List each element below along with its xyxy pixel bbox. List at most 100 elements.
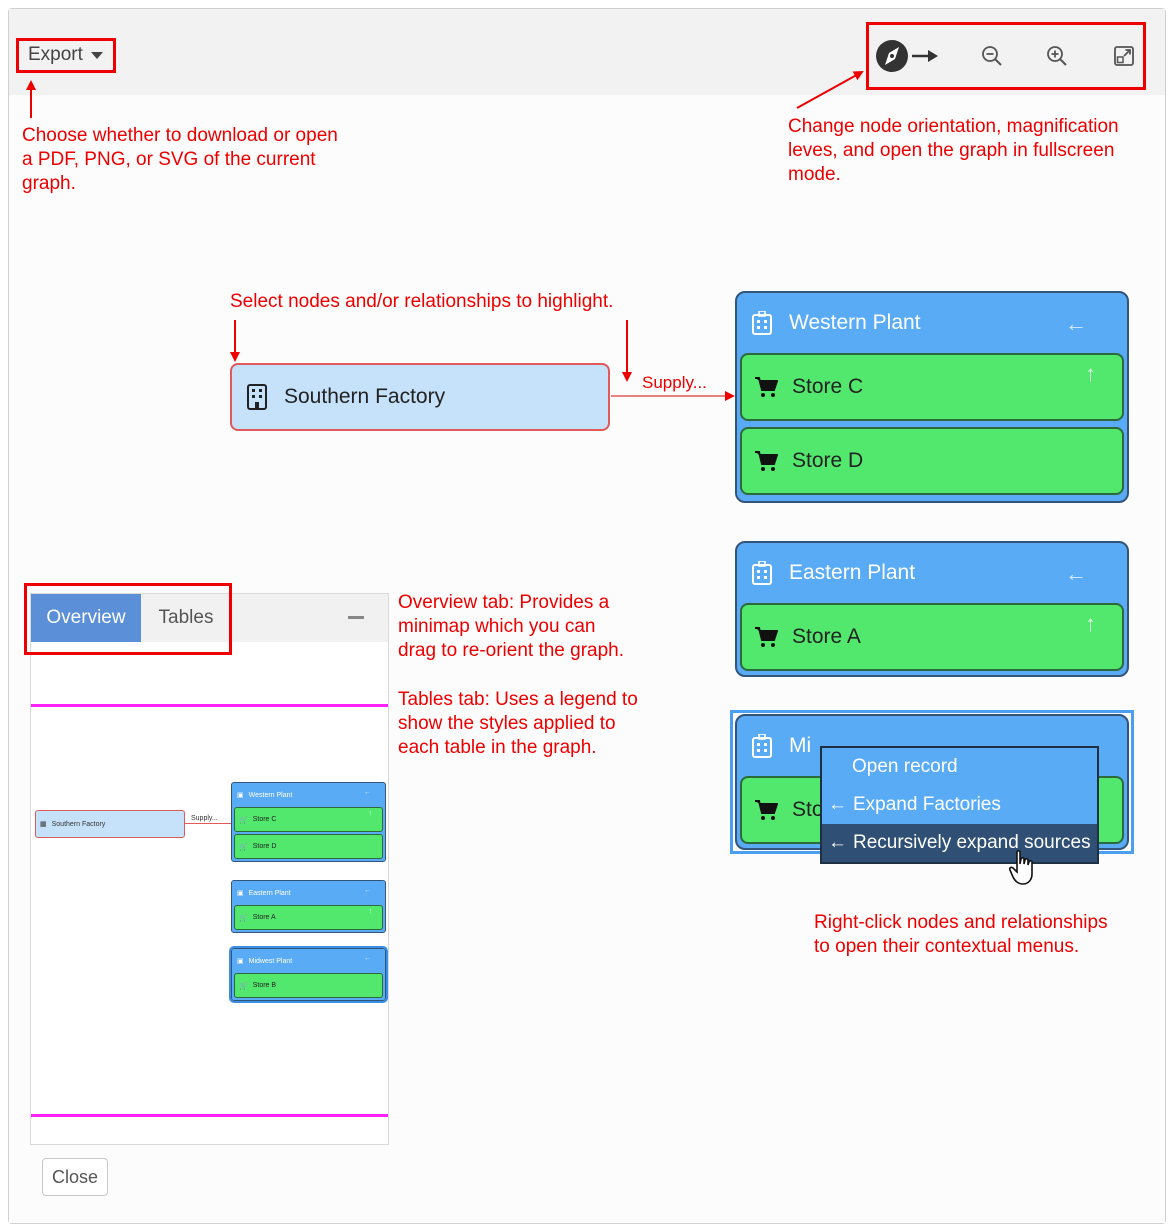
store-label: Store C [792, 375, 864, 398]
minimap-plant-header: ▣ Eastern Plant ← [232, 881, 385, 905]
store-node[interactable]: Store D [740, 427, 1124, 495]
overview-panel[interactable]: Overview Tables ▦ Southern Factory Suppl… [30, 593, 389, 1145]
arrow-up-icon: ↑ [368, 908, 373, 915]
minimap-store: 🛒 Store A ↑ [234, 905, 383, 930]
annotation-line: Tables tab: Uses a legend to [398, 689, 638, 710]
rightclick-annotation: Right-click nodes and relationships to o… [814, 911, 1108, 959]
relationship-label[interactable]: Supply... [642, 373, 707, 393]
arrow-up-icon[interactable]: ↑ [1085, 361, 1096, 387]
minimap-store-label: Store B [252, 982, 277, 989]
minimap-plant-title: Eastern Plant [248, 889, 291, 897]
annotation-line: Choose whether to download or open [22, 125, 338, 146]
cart-icon [755, 377, 778, 397]
annotation-line: drag to re-orient the graph. [398, 640, 625, 661]
close-button[interactable]: Close [42, 1158, 108, 1196]
annotation-line: Overview tab: Provides a [398, 592, 610, 613]
minimap-plant-title: Western Plant [248, 791, 293, 799]
plant-title: Western Plant [789, 311, 921, 334]
cart-icon: 🛒 [239, 914, 248, 922]
tables-annotation: Tables tab: Uses a legend to show the st… [398, 688, 638, 760]
annotation-line: graph. [22, 173, 76, 194]
annotation-line: Change node orientation, magnification [788, 116, 1119, 137]
minimap-store-label: Store A [252, 914, 276, 921]
menu-item-open-record[interactable]: Open record [822, 748, 1097, 786]
annotation-line: minimap which you can [398, 616, 596, 637]
menu-item-recursively-expand[interactable]: ← Recursively expand sources [822, 824, 1097, 862]
minimap-plant-node: ▣ Midwest Plant ← 🛒 Store B [229, 946, 388, 1003]
building-icon: ▦ [40, 821, 47, 828]
minimap-store: 🛒 Store C ↑ [234, 807, 383, 832]
minimap-plant-node: ▣ Western Plant ← 🛒 Store C ↑ 🛒 Store D [231, 782, 386, 862]
minimap-viewport-top[interactable] [31, 704, 388, 707]
annotation-line: leves, and open the graph in fullscreen [788, 140, 1115, 161]
overview-highlight-box [24, 583, 232, 655]
minimap-plant-title: Midwest Plant [248, 957, 293, 965]
arrow-left-icon: ← [828, 794, 847, 815]
plant-header: Eastern Plant ← [737, 543, 1127, 603]
menu-item-label: Recursively expand sources [853, 832, 1091, 853]
annotation-line: to open their contextual menus. [814, 936, 1080, 957]
minimize-icon[interactable] [348, 616, 364, 619]
plant-node-eastern[interactable]: Eastern Plant ← Store A ↑ [735, 541, 1129, 677]
minimap-store-label: Store C [252, 816, 277, 823]
plant-node-western[interactable]: Western Plant ← Store C ↑ Store D [735, 291, 1129, 503]
minimap-plant-node: ▣ Eastern Plant ← 🛒 Store A ↑ [231, 880, 386, 933]
minimap-store-label: Store D [252, 843, 277, 850]
menu-item-label: Open record [852, 756, 958, 777]
arrow-left-icon[interactable]: ← [1065, 561, 1087, 587]
cart-icon: 🛒 [239, 982, 248, 990]
plant-title: Eastern Plant [789, 561, 916, 584]
tools-highlight-box [866, 22, 1146, 90]
annotation-line: Right-click nodes and relationships [814, 912, 1108, 933]
select-annotation: Select nodes and/or relationships to hig… [230, 291, 614, 312]
arrow-up-icon: ↑ [368, 810, 373, 817]
source-node-southern-factory[interactable]: Southern Factory [230, 363, 610, 431]
cart-icon [755, 800, 778, 820]
tools-annotation: Change node orientation, magnification l… [788, 115, 1119, 187]
building-icon [247, 384, 267, 410]
store-label: Sto [792, 798, 824, 821]
minimap-edge [185, 823, 231, 824]
plant-building-icon [752, 734, 772, 758]
minimap-node-label: Southern Factory [51, 820, 106, 828]
store-node[interactable]: Store A ↑ [740, 603, 1124, 671]
cart-icon [755, 627, 778, 647]
cart-icon: 🛒 [239, 843, 248, 851]
context-menu: Open record ← Expand Factories ← Recursi… [820, 746, 1099, 864]
minimap-viewport-bottom[interactable] [31, 1114, 388, 1117]
annotation-line: show the styles applied to [398, 713, 616, 734]
plant-title: Mi [789, 734, 812, 757]
plant-building-icon [752, 311, 772, 335]
cart-icon [755, 451, 778, 471]
plant-building-icon: ▣ [237, 890, 244, 897]
minimap-store: 🛒 Store B [234, 973, 383, 998]
plant-header: Western Plant ← [737, 293, 1127, 353]
arrow-left-icon[interactable]: ← [1065, 311, 1087, 337]
arrow-left-icon: ← [364, 955, 371, 962]
minimap-edge-label: Supply... [191, 815, 218, 822]
store-label: Store D [792, 449, 864, 472]
annotation-line: mode. [788, 164, 841, 185]
minimap-source-node: ▦ Southern Factory [35, 810, 185, 838]
annotation-line: a PDF, PNG, or SVG of the current [22, 149, 316, 170]
export-annotation: Choose whether to download or open a PDF… [22, 124, 338, 196]
arrow-left-icon: ← [364, 789, 371, 796]
arrow-left-icon: ← [364, 887, 371, 894]
minimap-plant-header: ▣ Midwest Plant ← [232, 949, 385, 973]
arrow-up-icon[interactable]: ↑ [1085, 611, 1096, 637]
plant-building-icon: ▣ [237, 958, 244, 965]
source-node-label: Southern Factory [284, 385, 446, 408]
plant-building-icon [752, 561, 772, 585]
menu-item-label: Expand Factories [853, 794, 1001, 815]
store-node[interactable]: Store C ↑ [740, 353, 1124, 421]
store-label: Store A [792, 625, 861, 648]
minimap-store: 🛒 Store D [234, 834, 383, 859]
minimap-plant-header: ▣ Western Plant ← [232, 783, 385, 807]
hand-pointer-icon [1008, 850, 1033, 885]
export-highlight-box [16, 38, 116, 73]
arrow-left-icon: ← [828, 832, 847, 853]
annotation-line: each table in the graph. [398, 737, 597, 758]
plant-building-icon: ▣ [237, 792, 244, 799]
overview-annotation: Overview tab: Provides a minimap which y… [398, 591, 624, 663]
menu-item-expand-factories[interactable]: ← Expand Factories [822, 786, 1097, 824]
